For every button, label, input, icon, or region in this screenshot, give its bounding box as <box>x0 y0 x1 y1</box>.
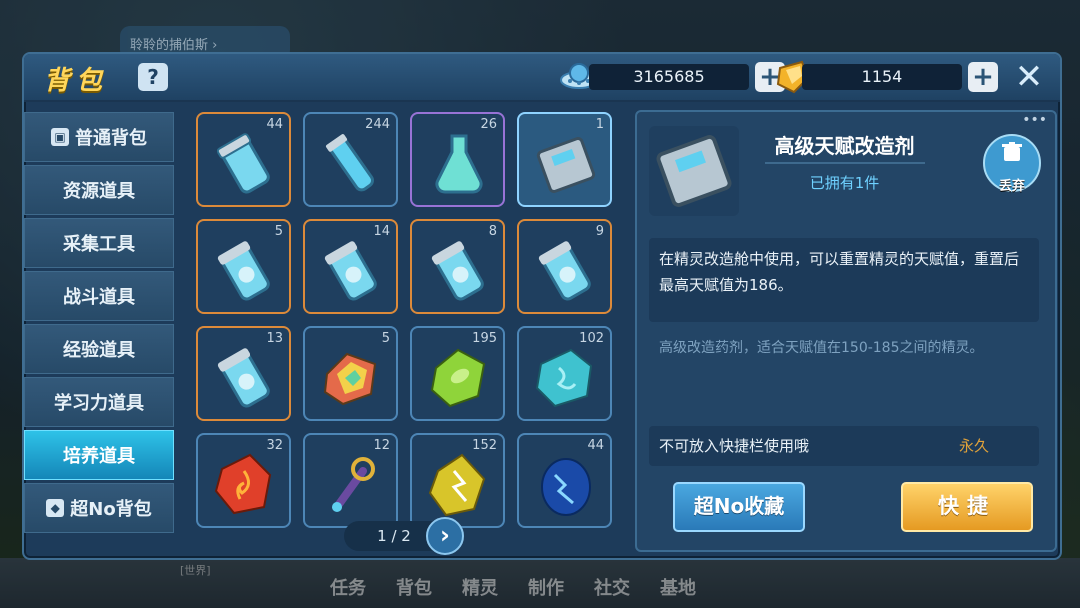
potion-jar-shield-icon <box>324 241 377 301</box>
magic-wand-icon <box>332 457 375 512</box>
next-page-button[interactable]: › <box>426 517 464 555</box>
usage-info: 不可放入快捷栏使用哦 永久 <box>649 426 1039 466</box>
thunder-crystal-icon <box>428 453 486 517</box>
divider <box>765 162 925 164</box>
panel-header: 背包 ? 3165685 + 1154 + ✕ <box>24 54 1060 102</box>
item-slot[interactable]: 13 <box>196 326 291 421</box>
item-slot[interactable]: 195 <box>410 326 505 421</box>
nav-craft: 制作 <box>528 578 564 599</box>
nav-task: 任务 <box>330 578 366 599</box>
potion-jar-swirl-icon <box>217 348 270 408</box>
item-slot[interactable]: 26 <box>410 112 505 207</box>
category-sidebar: ▣ 普通背包 资源道具 采集工具 战斗道具 经验道具 学习力道具 培养道具 ◆ … <box>24 112 174 536</box>
item-slot[interactable]: 32 <box>196 433 291 528</box>
green-leaf-stone-icon <box>430 348 486 408</box>
discard-button[interactable]: 丢弃 <box>983 134 1041 194</box>
pagination: 1 / 2 › <box>344 516 484 556</box>
close-button[interactable]: ✕ <box>1012 60 1046 94</box>
item-slot[interactable]: 244 <box>303 112 398 207</box>
backpack-panel: 背包 ? 3165685 + 1154 + ✕ ▣ 普通背包 资源道具 采集工具… <box>22 52 1062 560</box>
sidebar-item-learning-items[interactable]: 学习力道具 <box>24 377 174 427</box>
nav-base: 基地 <box>660 578 696 599</box>
item-slot[interactable]: 102 <box>517 326 612 421</box>
sidebar-item-label: 培养道具 <box>63 446 135 467</box>
backpack-icon: ▣ <box>51 128 69 146</box>
potion-jar-fire-icon <box>431 241 484 301</box>
coin-amount: 3165685 <box>589 64 749 90</box>
coin-currency: 3165685 + <box>559 62 789 92</box>
sidebar-item-label: 超No背包 <box>70 499 152 520</box>
sidebar-item-label: 学习力道具 <box>54 393 144 414</box>
item-slot[interactable]: 14 <box>303 219 398 314</box>
item-description: 在精灵改造舱中使用，可以重置精灵的天赋值，重置后最高天赋值为186。 <box>649 238 1039 322</box>
cyan-rune-stone-icon <box>535 348 593 408</box>
nav-spirit: 精灵 <box>462 578 498 599</box>
discard-label: 丢弃 <box>998 179 1025 194</box>
sidebar-item-exp-items[interactable]: 经验道具 <box>24 324 174 374</box>
potion-jar-cyan-icon <box>216 133 270 194</box>
quick-button[interactable]: 快捷 <box>901 482 1033 532</box>
add-gems-button[interactable]: + <box>968 62 998 92</box>
device-capsule-icon <box>536 137 596 193</box>
sidebar-item-normal-bag[interactable]: ▣ 普通背包 <box>24 112 174 162</box>
more-icon: ••• <box>1022 112 1047 128</box>
item-slot[interactable]: 5 <box>303 326 398 421</box>
super-no-collect-button[interactable]: 超No收藏 <box>673 482 805 532</box>
trash-icon <box>1002 142 1022 161</box>
potion-flask-icon <box>435 134 483 194</box>
usage-text: 不可放入快捷栏使用哦 <box>659 437 810 455</box>
blue-lightning-stone-icon <box>541 458 591 516</box>
sidebar-item-label: 普通背包 <box>75 128 147 149</box>
sidebar-item-resources[interactable]: 资源道具 <box>24 165 174 215</box>
page-title: 背包 <box>44 66 109 96</box>
sidebar-item-label: 资源道具 <box>63 181 135 202</box>
item-owned-count: 已拥有1件 <box>809 174 880 192</box>
help-button[interactable]: ? <box>138 63 168 91</box>
item-slot[interactable]: 8 <box>410 219 505 314</box>
sidebar-item-battle-items[interactable]: 战斗道具 <box>24 271 174 321</box>
device-capsule-icon <box>656 135 732 207</box>
item-slot[interactable]: 9 <box>517 219 612 314</box>
item-detail-panel: ••• 高级天赋改造剂 已拥有1件 丢弃 在精灵改造舱中使用，可以重置精灵的天赋… <box>635 110 1057 552</box>
sidebar-item-gathering-tools[interactable]: 采集工具 <box>24 218 174 268</box>
sidebar-item-label: 采集工具 <box>63 234 135 255</box>
gem-amount: 1154 <box>802 64 962 90</box>
item-slot[interactable]: 44 <box>196 112 291 207</box>
sidebar-item-super-no-bag[interactable]: ◆ 超No背包 <box>24 483 174 533</box>
item-slot[interactable]: 152 <box>410 433 505 528</box>
item-slot-selected[interactable]: 1 <box>517 112 612 207</box>
sidebar-item-label: 经验道具 <box>63 340 135 361</box>
sidebar-item-label: 战斗道具 <box>63 287 135 308</box>
bottom-nav: 任务 背包 精灵 制作 社交 基地 <box>330 574 696 600</box>
potion-jar-leaf-icon <box>217 241 270 301</box>
shield-icon: ◆ <box>46 499 65 517</box>
duration-text: 永久 <box>958 437 989 455</box>
detail-item-image <box>649 126 739 216</box>
nav-social: 社交 <box>594 578 630 599</box>
item-slot[interactable]: 44 <box>517 433 612 528</box>
world-chat-label: [世界] <box>180 564 211 577</box>
rainbow-crystal-icon <box>323 352 377 406</box>
item-name: 高级天赋改造剂 <box>774 134 915 158</box>
item-slot[interactable]: 12 <box>303 433 398 528</box>
gem-currency: 1154 + <box>772 60 1002 94</box>
nav-bag: 背包 <box>396 578 432 599</box>
fire-stone-icon <box>214 453 272 515</box>
sidebar-item-training-items[interactable]: 培养道具 <box>24 430 174 480</box>
item-grid: 44 244 26 1 5 14 8 9 13 5 195 102 32 12 … <box>196 112 612 528</box>
potion-jar-star-icon <box>538 241 591 301</box>
item-note: 高级改造药剂，适合天赋值在150-185之间的精灵。 <box>659 340 984 356</box>
item-slot[interactable]: 5 <box>196 219 291 314</box>
potion-tube-icon <box>325 134 375 192</box>
